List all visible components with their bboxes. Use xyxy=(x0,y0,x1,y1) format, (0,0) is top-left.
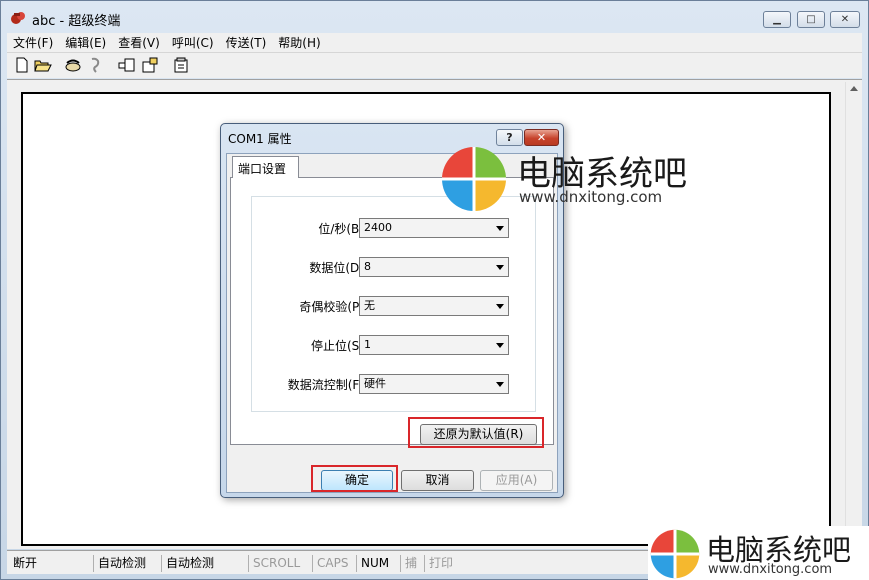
menu-call[interactable]: 呼叫(C) xyxy=(166,34,220,51)
minimize-icon: ▁ xyxy=(773,14,781,25)
watermark-top: 电脑系统吧 www.dnxitong.com xyxy=(441,146,731,216)
watermark-url: www.dnxitong.com xyxy=(708,562,833,577)
parity-select[interactable]: 无 xyxy=(359,296,509,316)
dialog-title: COM1 属性 xyxy=(228,132,292,146)
menu-transfer[interactable]: 传送(T) xyxy=(220,34,273,51)
status-connection: 断开 xyxy=(13,556,38,570)
port-settings-page: 位/秒(B): 2400 数据位(D): 8 奇偶校验(P): 无 停止位(S)… xyxy=(230,177,554,445)
help-icon: ? xyxy=(506,131,513,144)
vertical-scrollbar[interactable] xyxy=(845,82,861,548)
properties-icon[interactable] xyxy=(172,57,190,73)
close-icon: ✕ xyxy=(536,131,547,144)
menu-bar: 文件(F) 编辑(E) 查看(V) 呼叫(C) 传送(T) 帮助(H) xyxy=(7,33,862,52)
status-capture: 捕 xyxy=(400,555,424,572)
status-detect-2: 自动检测 xyxy=(161,555,247,572)
dropdown-arrow-icon xyxy=(496,343,504,348)
disconnect-icon[interactable] xyxy=(87,57,105,73)
flow-control-label: 数据流控制(F): xyxy=(287,378,368,392)
dropdown-arrow-icon xyxy=(496,265,504,270)
watermark-bottom: 电脑系统吧 www.dnxitong.com xyxy=(648,526,869,580)
toolbar xyxy=(7,52,862,78)
status-detect-1: 自动检测 xyxy=(93,555,161,572)
watermark-logo-icon xyxy=(442,147,506,211)
apply-button[interactable]: 应用(A) xyxy=(480,470,553,491)
watermark-url: www.dnxitong.com xyxy=(519,188,663,206)
new-icon[interactable] xyxy=(13,57,31,73)
status-caps: CAPS xyxy=(312,555,356,572)
help-button[interactable]: ? xyxy=(496,129,523,146)
stop-bits-select[interactable]: 1 xyxy=(359,335,509,355)
status-scroll: SCROLL xyxy=(248,555,312,572)
menu-help[interactable]: 帮助(H) xyxy=(272,34,326,51)
menu-edit[interactable]: 编辑(E) xyxy=(59,34,112,51)
status-print: 打印 xyxy=(424,555,464,572)
connect-icon[interactable] xyxy=(64,57,82,73)
scroll-up-icon[interactable] xyxy=(850,86,858,91)
data-bits-value: 8 xyxy=(364,260,371,273)
open-icon[interactable] xyxy=(34,57,52,73)
cancel-button[interactable]: 取消 xyxy=(401,470,474,491)
restore-defaults-button[interactable]: 还原为默认值(R) xyxy=(420,424,537,445)
menu-view[interactable]: 查看(V) xyxy=(112,34,166,51)
parity-value: 无 xyxy=(364,299,375,312)
dropdown-arrow-icon xyxy=(496,226,504,231)
title-bar: abc - 超级终端 ▁ □ ✕ xyxy=(1,1,868,33)
minimize-button[interactable]: ▁ xyxy=(763,11,791,28)
settings-group: 位/秒(B): 2400 数据位(D): 8 奇偶校验(P): 无 停止位(S)… xyxy=(251,196,536,412)
parity-label: 奇偶校验(P): xyxy=(299,300,368,314)
receive-icon[interactable] xyxy=(141,57,159,73)
tab-port-settings[interactable]: 端口设置 xyxy=(232,156,299,178)
dropdown-arrow-icon xyxy=(496,382,504,387)
close-icon: ✕ xyxy=(840,14,850,25)
hyperterminal-icon xyxy=(11,12,25,24)
watermark-logo-icon xyxy=(650,529,700,579)
window-title: abc - 超级终端 xyxy=(32,14,121,29)
data-bits-select[interactable]: 8 xyxy=(359,257,509,277)
status-num: NUM xyxy=(356,555,400,572)
dialog-close-button[interactable]: ✕ xyxy=(524,129,559,146)
dropdown-arrow-icon xyxy=(496,304,504,309)
maximize-icon: □ xyxy=(806,14,816,25)
close-button[interactable]: ✕ xyxy=(830,11,860,28)
baud-rate-value: 2400 xyxy=(364,221,392,234)
ok-button[interactable]: 确定 xyxy=(321,470,393,491)
send-icon[interactable] xyxy=(118,57,136,73)
menu-file[interactable]: 文件(F) xyxy=(7,34,59,51)
flow-control-select[interactable]: 硬件 xyxy=(359,374,509,394)
stop-bits-value: 1 xyxy=(364,338,371,351)
baud-rate-select[interactable]: 2400 xyxy=(359,218,509,238)
maximize-button[interactable]: □ xyxy=(797,11,825,28)
flow-control-value: 硬件 xyxy=(364,377,386,390)
